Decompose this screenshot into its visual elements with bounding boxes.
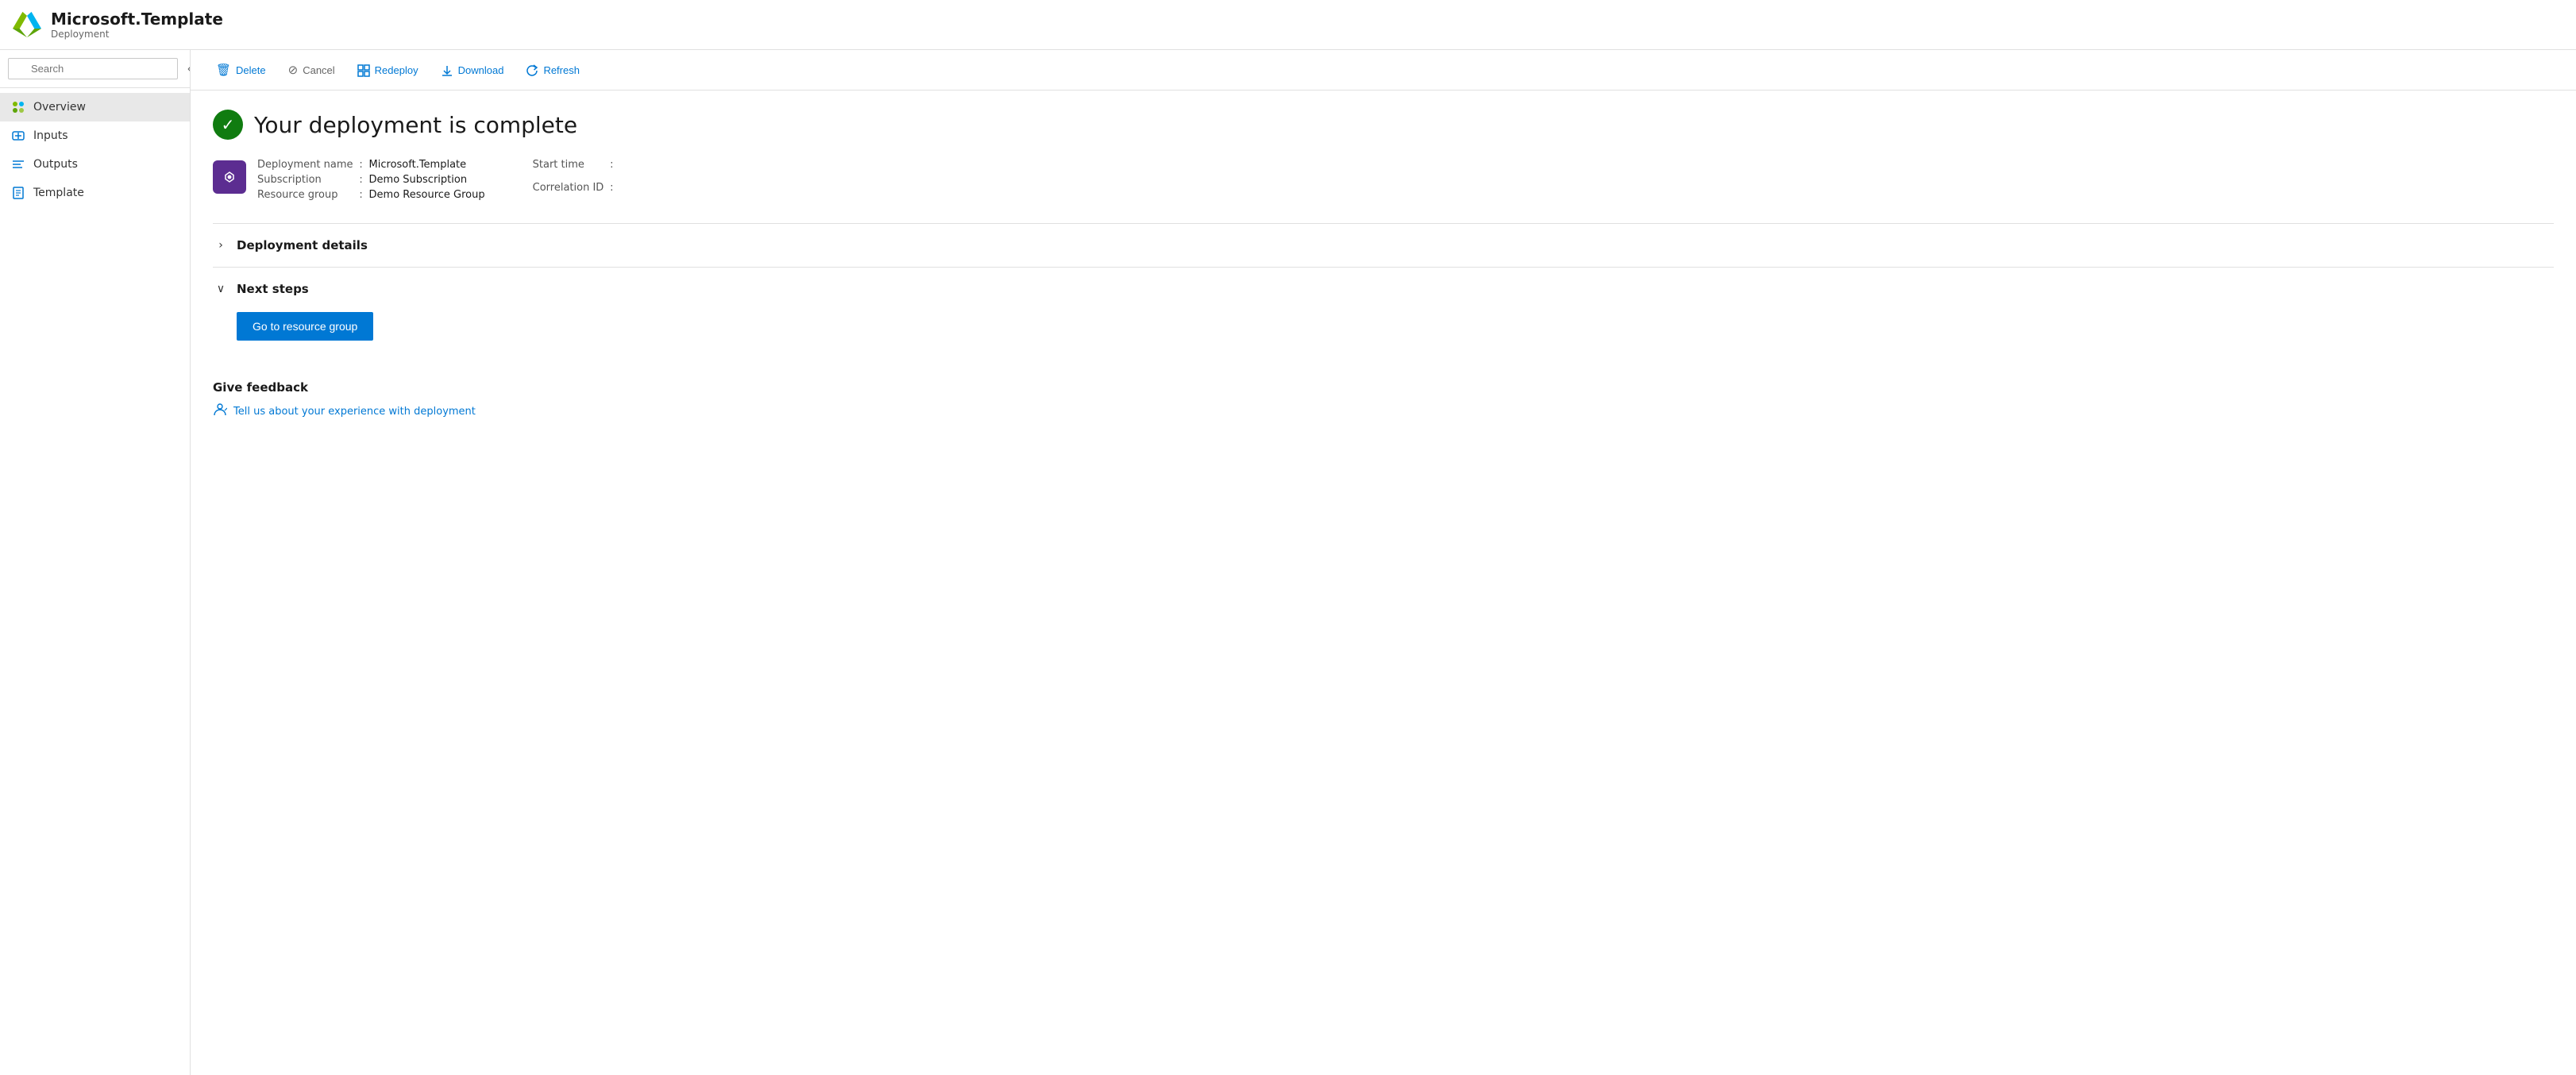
main-layout: 🔍 « Overview bbox=[0, 50, 2576, 1075]
sidebar-item-outputs-label: Outputs bbox=[33, 158, 78, 171]
deployment-name-label: Deployment name bbox=[257, 159, 353, 171]
subscription-label: Subscription bbox=[257, 174, 353, 186]
outputs-icon bbox=[11, 157, 25, 171]
page-title: Microsoft.Template bbox=[51, 10, 223, 29]
delete-button[interactable]: 🗑 Delete bbox=[206, 58, 276, 82]
next-steps-content: Go to resource group bbox=[213, 299, 2554, 347]
deployment-name-value: Microsoft.Template bbox=[369, 159, 485, 171]
deployment-info: Deployment name : Microsoft.Template Sub… bbox=[213, 159, 2554, 201]
search-wrapper: 🔍 bbox=[8, 58, 178, 79]
cancel-button[interactable]: ⊘ Cancel bbox=[279, 58, 345, 82]
sidebar-item-overview[interactable]: Overview bbox=[0, 93, 190, 121]
app-header: Microsoft.Template Deployment bbox=[0, 0, 2576, 50]
deployment-icon-block: Deployment name : Microsoft.Template Sub… bbox=[213, 159, 485, 201]
delete-icon: 🗑 bbox=[216, 63, 231, 77]
download-icon bbox=[441, 63, 453, 76]
next-steps-header[interactable]: ∨ Next steps bbox=[213, 279, 2554, 299]
refresh-button[interactable]: Refresh bbox=[516, 58, 589, 81]
page-subtitle: Deployment bbox=[51, 29, 223, 40]
azure-logo bbox=[13, 10, 41, 39]
sidebar-nav: Overview Inputs bbox=[0, 88, 190, 212]
next-steps-title: Next steps bbox=[237, 282, 309, 296]
sidebar-item-inputs[interactable]: Inputs bbox=[0, 121, 190, 150]
feedback-link-label: Tell us about your experience with deplo… bbox=[233, 406, 476, 418]
start-time-label: Start time bbox=[533, 159, 604, 171]
deployment-details-grid: Deployment name : Microsoft.Template Sub… bbox=[257, 159, 485, 201]
correlation-id-label: Correlation ID bbox=[533, 182, 604, 194]
refresh-icon bbox=[526, 63, 538, 76]
toolbar: 🗑 Delete ⊘ Cancel Redeploy bbox=[191, 50, 2576, 91]
deployment-details-chevron: › bbox=[213, 239, 229, 252]
inputs-icon bbox=[11, 129, 25, 143]
content-area: 🗑 Delete ⊘ Cancel Redeploy bbox=[191, 50, 2576, 1075]
sidebar: 🔍 « Overview bbox=[0, 50, 191, 1075]
sidebar-item-outputs[interactable]: Outputs bbox=[0, 150, 190, 179]
next-steps-chevron: ∨ bbox=[213, 283, 229, 295]
sidebar-item-template-label: Template bbox=[33, 187, 84, 199]
deployment-right-info: Start time : Correlation ID : bbox=[533, 159, 620, 201]
deployment-details-header[interactable]: › Deployment details bbox=[213, 235, 2554, 256]
deployment-icon bbox=[213, 160, 246, 194]
header-title-block: Microsoft.Template Deployment bbox=[51, 10, 223, 40]
sidebar-item-overview-label: Overview bbox=[33, 101, 86, 114]
feedback-title: Give feedback bbox=[213, 380, 2554, 395]
deployment-details-title: Deployment details bbox=[237, 238, 368, 252]
page-content: Your deployment is complete Deployment n… bbox=[191, 91, 2576, 439]
sidebar-item-template[interactable]: Template bbox=[0, 179, 190, 207]
success-icon bbox=[213, 110, 243, 140]
go-to-resource-group-button[interactable]: Go to resource group bbox=[237, 312, 373, 341]
collapse-sidebar-button[interactable]: « bbox=[183, 59, 191, 79]
feedback-person-icon bbox=[213, 403, 227, 420]
next-steps-section: ∨ Next steps Go to resource group bbox=[213, 267, 2554, 358]
feedback-section: Give feedback Tell us about your experie… bbox=[213, 380, 2554, 420]
redeploy-button[interactable]: Redeploy bbox=[348, 58, 428, 81]
subscription-value: Demo Subscription bbox=[369, 174, 485, 186]
search-input[interactable] bbox=[8, 58, 178, 79]
deployment-details-section: › Deployment details bbox=[213, 223, 2554, 267]
success-title: Your deployment is complete bbox=[254, 112, 577, 138]
overview-icon bbox=[11, 100, 25, 114]
resource-group-value: Demo Resource Group bbox=[369, 189, 485, 201]
feedback-link[interactable]: Tell us about your experience with deplo… bbox=[213, 403, 2554, 420]
sidebar-item-inputs-label: Inputs bbox=[33, 129, 68, 142]
redeploy-icon bbox=[357, 63, 370, 76]
cancel-icon: ⊘ bbox=[288, 63, 299, 77]
template-icon bbox=[11, 186, 25, 200]
success-header: Your deployment is complete bbox=[213, 110, 2554, 140]
resource-group-label: Resource group bbox=[257, 189, 353, 201]
sidebar-search-row: 🔍 « bbox=[0, 50, 190, 88]
download-button[interactable]: Download bbox=[431, 58, 514, 81]
